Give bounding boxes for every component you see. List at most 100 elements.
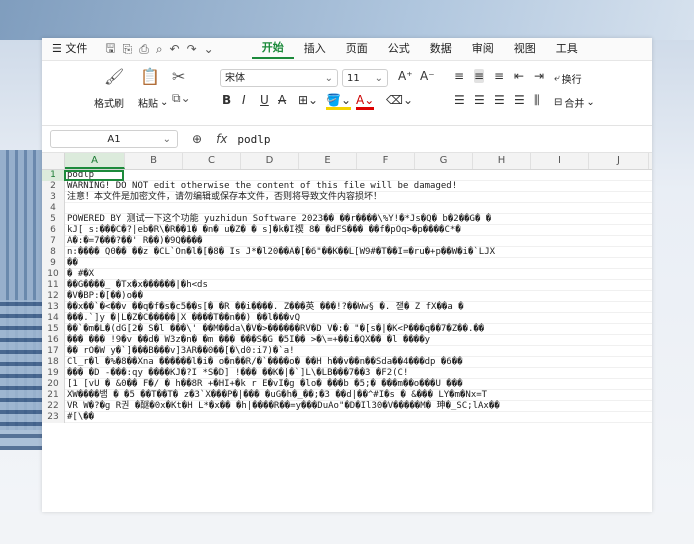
font-size-select[interactable]: 11 ⌄: [342, 69, 388, 87]
indent-decrease-icon[interactable]: ⇤: [514, 69, 524, 83]
cell-a[interactable]: VR W�?�g R권 �醚�0x�Kt�H L*�x�� �h|����R��…: [65, 401, 652, 412]
cell-a[interactable]: POWERED BY 测试一下这个功能 yuzhidun Software 20…: [65, 214, 652, 225]
tab-formula[interactable]: 公式: [378, 38, 420, 60]
column-header-b[interactable]: B: [125, 153, 183, 169]
cell-a[interactable]: ��� ��� !9�v ��d� W3z�n� �m ��� ���S�G �…: [65, 335, 652, 346]
column-header-i[interactable]: I: [531, 153, 589, 169]
copy-icon[interactable]: ⧉⌄: [172, 91, 191, 106]
distribute-icon[interactable]: ⫼: [534, 93, 540, 108]
file-menu[interactable]: ☰ 文件: [42, 38, 97, 60]
column-header-h[interactable]: H: [473, 153, 531, 169]
tab-view[interactable]: 视图: [504, 38, 546, 60]
column-header-a[interactable]: A: [65, 153, 125, 169]
row-header[interactable]: 12: [42, 291, 65, 302]
select-all-corner[interactable]: [42, 153, 65, 169]
decrease-font-icon[interactable]: A⁻: [420, 69, 435, 83]
cell-a[interactable]: ��: [65, 258, 652, 269]
format-painter-button[interactable]: 格式刷: [94, 95, 124, 110]
row-header[interactable]: 1: [42, 170, 65, 181]
italic-icon[interactable]: I: [242, 93, 246, 107]
tab-review[interactable]: 审阅: [462, 38, 504, 60]
align-bottom-icon[interactable]: ≡: [494, 69, 504, 83]
column-header-j[interactable]: J: [589, 153, 649, 169]
cell-a[interactable]: n:���� Q0�� ��z �CL`On�l�[�8� Is J*�l20�…: [65, 247, 652, 258]
underline-icon[interactable]: U: [260, 93, 269, 107]
border-icon[interactable]: ⊞⌄: [298, 93, 318, 107]
row-header[interactable]: 22: [42, 401, 65, 412]
row-header[interactable]: 15: [42, 324, 65, 335]
column-header-g[interactable]: G: [415, 153, 473, 169]
cell-a[interactable]: [1 [vU � &0�� F�/ � h��8R +�HI+�k r E�vI…: [65, 379, 652, 390]
font-name-select[interactable]: 宋体 ⌄: [220, 69, 338, 87]
cell-a[interactable]: �� rO�W y�`]���B���v]3AR��0��[�\d0:i7)�`…: [65, 346, 652, 357]
row-header[interactable]: 16: [42, 335, 65, 346]
cell-a[interactable]: �V�BP:�[��)o��: [65, 291, 652, 302]
fill-color-icon[interactable]: 🪣⌄: [326, 93, 351, 110]
cell-a[interactable]: ��`�m�L�(dG[2� S�l ���\' ��M��da\�V�>���…: [65, 324, 652, 335]
cell-a[interactable]: WARNING! DO NOT edit otherwise the conte…: [65, 181, 652, 192]
align-center-icon[interactable]: ☰: [474, 93, 485, 107]
row-header[interactable]: 19: [42, 368, 65, 379]
row-header[interactable]: 11: [42, 280, 65, 291]
paste-icon[interactable]: 📋: [140, 67, 160, 86]
column-header-c[interactable]: C: [183, 153, 241, 169]
tab-insert[interactable]: 插入: [294, 38, 336, 60]
cell-a[interactable]: podlp: [65, 170, 652, 181]
undo-icon[interactable]: ↶: [170, 42, 180, 56]
cell-a[interactable]: ��� �D -���:qy ����KJ�?I *S�D] !��� ��K�…: [65, 368, 652, 379]
increase-font-icon[interactable]: A⁺: [398, 69, 413, 83]
tab-tools[interactable]: 工具: [546, 38, 588, 60]
justify-icon[interactable]: ☰: [514, 93, 525, 107]
print-preview-icon[interactable]: ⌕: [156, 42, 163, 57]
cell-a[interactable]: A�:�=7���?��' R��)�9Q����: [65, 236, 652, 247]
align-right-icon[interactable]: ☰: [494, 93, 505, 107]
row-header[interactable]: 18: [42, 357, 65, 368]
cell-a[interactable]: 注意！本文件是加密文件，请勿编辑或保存本文件，否则将导致文件内容损坏！: [65, 192, 652, 203]
row-header[interactable]: 8: [42, 247, 65, 258]
cell-a[interactable]: #[\��: [65, 412, 652, 423]
column-header-f[interactable]: F: [357, 153, 415, 169]
name-box[interactable]: A1 ⌄: [50, 130, 178, 148]
column-header-e[interactable]: E: [299, 153, 357, 169]
bold-icon[interactable]: B: [222, 93, 231, 107]
align-top-icon[interactable]: ≡: [454, 69, 464, 83]
tab-data[interactable]: 数据: [420, 38, 462, 60]
cell-a[interactable]: Cl_r�l �%�8��Xna ������l�i� o�n��R/�`���…: [65, 357, 652, 368]
row-header[interactable]: 20: [42, 379, 65, 390]
chevron-down-icon[interactable]: ⌄: [204, 42, 214, 56]
cut-icon[interactable]: ✂: [172, 67, 185, 86]
strikethrough-icon[interactable]: A: [278, 93, 286, 107]
cell-a[interactable]: ���.`]y �|L�Z�C�����|X ����T��n��) ��l��…: [65, 313, 652, 324]
indent-increase-icon[interactable]: ⇥: [534, 69, 544, 83]
fx-icon[interactable]: fx: [216, 132, 227, 146]
formula-input[interactable]: podlp: [237, 133, 270, 146]
align-middle-icon[interactable]: ≡: [474, 69, 485, 83]
row-header[interactable]: 21: [42, 390, 65, 401]
format-painter-icon[interactable]: 🖌: [104, 67, 124, 86]
merge-button[interactable]: ⊟ 合并 ⌄: [554, 95, 595, 110]
cell-a[interactable]: XW����뱀 � �5 ��T��T� z�3`X���P�|��� �uG�…: [65, 390, 652, 401]
cell-a[interactable]: ��G����_ �Tx�x������|�h<ds: [65, 280, 652, 291]
save-icon[interactable]: 🖫: [105, 39, 115, 60]
row-header[interactable]: 6: [42, 225, 65, 236]
row-header[interactable]: 3: [42, 192, 65, 203]
print-icon[interactable]: ⎙: [139, 42, 149, 57]
tab-home[interactable]: 开始: [251, 39, 294, 59]
font-color-icon[interactable]: A⌄: [356, 93, 375, 110]
open-icon[interactable]: ⎘: [123, 42, 133, 57]
align-left-icon[interactable]: ☰: [454, 93, 465, 107]
column-header-d[interactable]: D: [241, 153, 299, 169]
sheet-grid[interactable]: A B C D E F G H I J 1 podlp 2 WARNING! DO N…: [42, 153, 652, 423]
row-header[interactable]: 2: [42, 181, 65, 192]
wrap-text-button[interactable]: ⤶ 换行: [554, 71, 582, 86]
cell-a[interactable]: [65, 203, 652, 214]
row-header[interactable]: 4: [42, 203, 65, 214]
clear-format-icon[interactable]: ⌫⌄: [386, 93, 413, 107]
row-header[interactable]: 23: [42, 412, 65, 423]
zoom-icon[interactable]: ⊕: [192, 132, 202, 146]
row-header[interactable]: 13: [42, 302, 65, 313]
row-header[interactable]: 14: [42, 313, 65, 324]
cell-a[interactable]: kJ[ s:���C�?|eb�R\�R��1� �n� u�Z� � s]�k…: [65, 225, 652, 236]
row-header[interactable]: 10: [42, 269, 65, 280]
paste-button[interactable]: 粘贴 ⌄: [138, 95, 168, 110]
